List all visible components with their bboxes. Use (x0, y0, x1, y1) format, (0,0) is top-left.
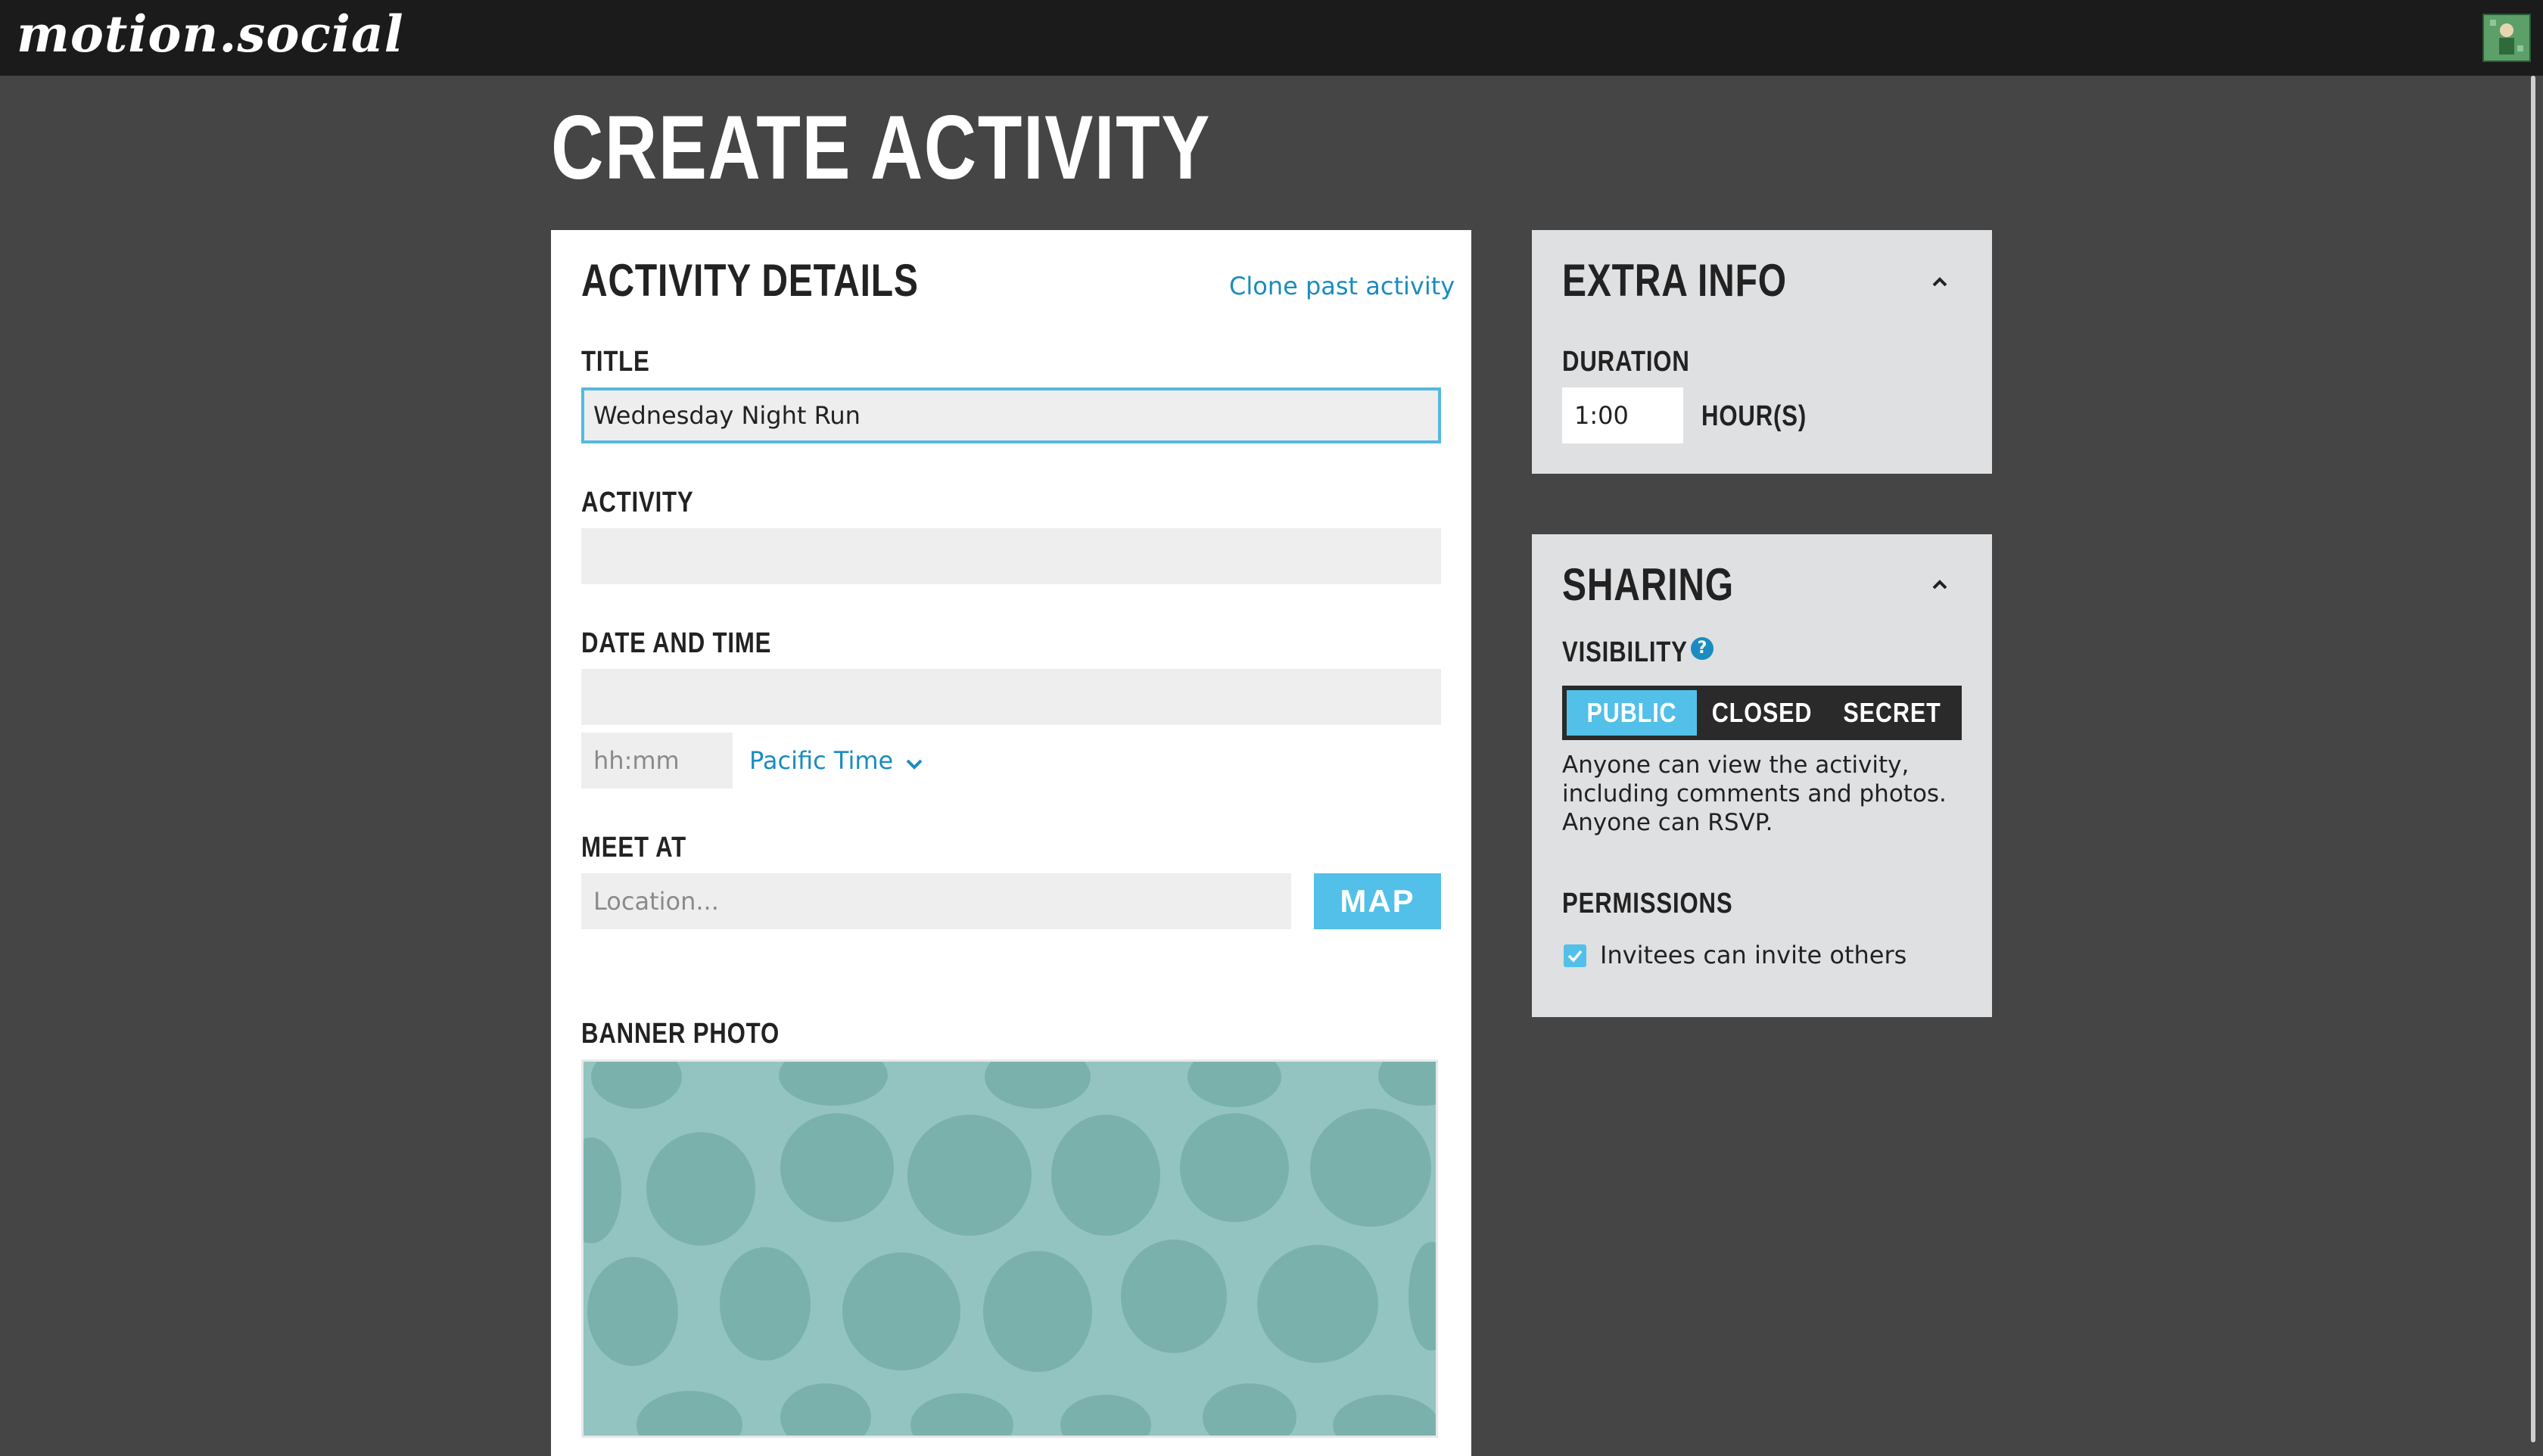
check-icon (1567, 950, 1583, 963)
duration-label: DURATION (1562, 346, 1690, 378)
help-icon[interactable]: ? (1691, 637, 1713, 660)
visibility-label: VISIBILITY (1562, 636, 1688, 668)
visibility-closed-label: CLOSED (1711, 697, 1813, 728)
timezone-label: Pacific Time (749, 746, 894, 775)
visibility-public-button[interactable]: PUBLIC (1567, 690, 1697, 736)
banner-pattern (584, 1062, 1436, 1436)
page-title: CREATE ACTIVITY (551, 97, 1212, 198)
top-bar: motion.social (0, 0, 2543, 76)
chevron-down-icon (905, 747, 923, 777)
visibility-secret-label: SECRET (1843, 697, 1941, 728)
visibility-public-label: PUBLIC (1586, 697, 1677, 728)
title-label: TITLE (581, 346, 650, 378)
chevron-up-icon[interactable] (1927, 269, 1953, 295)
duration-input[interactable] (1562, 387, 1683, 443)
chevron-up-icon[interactable] (1927, 572, 1953, 598)
activity-details-card: ACTIVITY DETAILS Clone past activity TIT… (551, 230, 1471, 1456)
banner-photo-label: BANNER PHOTO (581, 1018, 780, 1050)
user-avatar[interactable] (2482, 14, 2531, 62)
scrollbar-thumb[interactable] (2531, 76, 2535, 1442)
meet-at-label: MEET AT (581, 832, 687, 863)
visibility-description: Anyone can view the activity, including … (1562, 751, 1947, 836)
visibility-secret-button[interactable]: SECRET (1827, 690, 1957, 736)
extra-info-heading: EXTRA INFO (1562, 255, 1787, 306)
activity-label: ACTIVITY (581, 487, 694, 518)
invite-others-label[interactable]: Invitees can invite others (1600, 940, 1906, 970)
sharing-heading: SHARING (1562, 559, 1734, 610)
activity-details-heading: ACTIVITY DETAILS (581, 255, 919, 306)
date-time-label: DATE AND TIME (581, 627, 772, 659)
date-input[interactable] (581, 669, 1441, 725)
timezone-dropdown[interactable]: Pacific Time (749, 745, 923, 777)
banner-photo[interactable] (581, 1059, 1438, 1438)
visibility-closed-button[interactable]: CLOSED (1697, 690, 1827, 736)
location-input[interactable] (581, 873, 1291, 929)
duration-unit: HOUR(S) (1701, 400, 1807, 432)
invite-others-checkbox[interactable] (1564, 944, 1586, 967)
title-input[interactable] (581, 387, 1441, 443)
time-input[interactable] (581, 733, 733, 789)
clone-past-activity-link[interactable]: Clone past activity (1229, 271, 1455, 301)
app-logo[interactable]: motion.social (17, 5, 404, 64)
activity-input[interactable] (581, 528, 1441, 584)
extra-info-card: EXTRA INFO DURATION HOUR(S) (1532, 230, 1992, 474)
sharing-card: SHARING VISIBILITY ? PUBLIC CLOSED SECRE… (1532, 534, 1992, 1017)
map-button[interactable]: MAP (1314, 873, 1441, 929)
permissions-label: PERMISSIONS (1562, 888, 1733, 919)
visibility-selector: PUBLIC CLOSED SECRET (1562, 686, 1962, 740)
page-scrollbar[interactable] (2528, 76, 2543, 1442)
